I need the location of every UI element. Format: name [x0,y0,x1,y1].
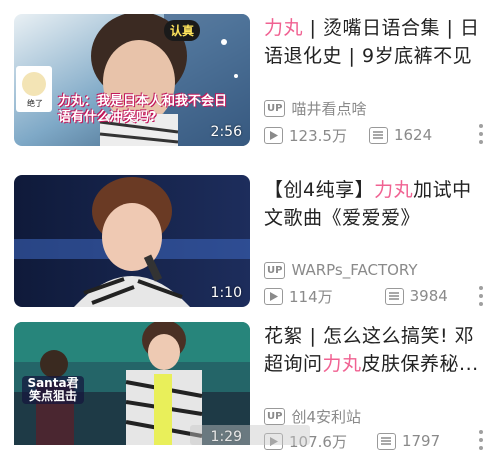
more-options-icon[interactable] [478,430,484,450]
overlay-caption: Santa君 笑点狙击 [22,376,84,404]
comment-icon [368,126,388,144]
comments-stat: 1624 [368,126,433,144]
video-item[interactable]: 1:10 【创4纯享】力丸加试中文歌曲《爱爱爱》 UP WARPs_FACTOR… [0,160,500,320]
comment-count: 1797 [401,432,441,450]
video-title[interactable]: 【创4纯享】力丸加试中文歌曲《爱爱爱》 [264,176,486,260]
stats-row: 123.5万 1624 [264,125,432,145]
comments-stat: 1797 [376,432,441,450]
more-options-icon[interactable] [478,286,484,306]
comment-count: 3984 [409,287,448,305]
author-row[interactable]: UP WARPs_FACTORY [264,260,418,280]
video-title[interactable]: 力丸 | 烫嘴日语合集 | 日语退化史 | 9岁底裤不见了 [264,14,486,70]
stats-row: 114万 3984 [264,286,448,306]
author-name: WARPs_FACTORY [291,261,418,279]
view-count: 114万 [289,287,333,306]
author-row[interactable]: UP 创4安利站 [264,406,361,426]
video-thumbnail[interactable]: 1:10 [14,175,250,307]
sticker-badge: 认真 [164,20,201,41]
more-options-icon[interactable] [478,124,484,144]
up-icon: UP [264,99,286,117]
view-count: 123.5万 [289,126,347,145]
up-icon: UP [264,261,286,279]
up-icon: UP [264,407,286,425]
comment-count: 1624 [393,126,433,144]
video-thumbnail[interactable]: 认真 绝了 力丸：我是日本人和我不会日语有什么冲突吗? 2:56 [14,14,250,146]
overlay-caption: 力丸：我是日本人和我不会日语有什么冲突吗? [58,94,228,125]
video-item[interactable]: 认真 绝了 力丸：我是日本人和我不会日语有什么冲突吗? 2:56 力丸 | 烫嘴… [0,0,500,160]
comment-icon [376,432,396,450]
author-name: 喵井看点啥 [291,99,367,118]
meme-label: 绝了 [27,99,43,108]
author-name: 创4安利站 [291,407,361,426]
play-icon [264,287,283,305]
play-icon [264,126,283,144]
comment-icon [384,287,404,305]
comments-stat: 3984 [384,287,448,305]
views-stat: 114万 [264,286,333,307]
video-title[interactable]: 花絮 | 怎么这么搞笑! 邓超询问力丸皮肤保养秘... [264,322,486,378]
views-stat: 123.5万 [264,125,347,146]
author-row[interactable]: UP 喵井看点啥 [264,98,366,118]
video-duration: 1:10 [210,285,242,301]
scroll-overlay-bar [190,425,310,445]
video-duration: 2:56 [210,124,242,140]
